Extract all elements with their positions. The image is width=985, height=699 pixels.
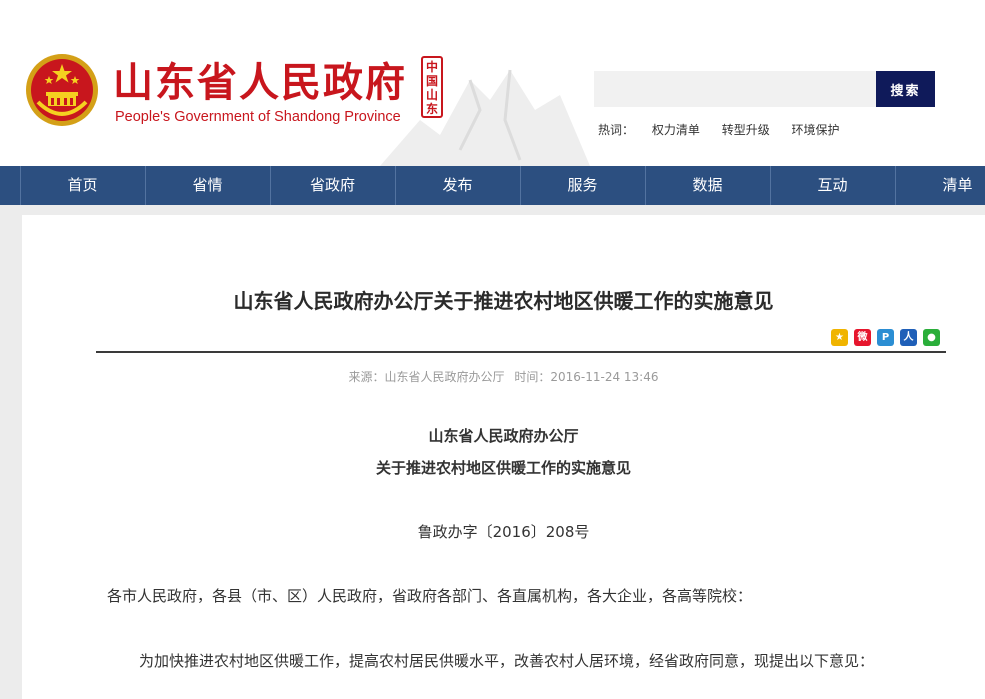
site-title-english[interactable]: People's Government of Shandong Province: [115, 109, 401, 125]
mountain-illustration-icon: [380, 69, 590, 166]
hot-words-bar: 热词： 权力清单 转型升级 环境保护: [598, 121, 858, 138]
shandong-seal-logo: 中国山东: [421, 56, 443, 118]
weibo-icon[interactable]: 微: [854, 329, 871, 346]
wechat-icon[interactable]: ●: [923, 329, 940, 346]
search-button[interactable]: 搜索: [876, 71, 935, 107]
document-title: 关于推进农村地区供暖工作的实施意见: [375, 459, 631, 477]
nav-item-province-info[interactable]: 省情: [145, 166, 270, 205]
document-number: 鲁政办字〔2016〕208号: [417, 523, 590, 541]
hot-word-link[interactable]: 转型升级: [722, 123, 770, 137]
nav-item-release[interactable]: 发布: [395, 166, 520, 205]
article-title: 山东省人民政府办公厅关于推进农村地区供暖工作的实施意见: [233, 289, 774, 313]
nav-item-interaction[interactable]: 互动: [770, 166, 895, 205]
article-container: 山东省人民政府办公厅关于推进农村地区供暖工作的实施意见 ★ 微 P 人 ● 来源…: [22, 215, 985, 699]
qzone-icon[interactable]: ★: [831, 329, 848, 346]
hot-word-link[interactable]: 环境保护: [792, 123, 840, 137]
article-time: 时间：2016-11-24 13:46: [514, 370, 659, 384]
search-input[interactable]: [594, 71, 876, 107]
main-nav: 首页 省情 省政府 发布 服务 数据 互动 清单: [0, 166, 985, 205]
nav-item-data[interactable]: 数据: [645, 166, 770, 205]
tencent-weibo-icon[interactable]: P: [877, 329, 894, 346]
article-meta: 来源：山东省人民政府办公厅 时间：2016-11-24 13:46: [22, 368, 985, 385]
title-divider: [96, 351, 946, 353]
hot-words-label: 热词：: [598, 123, 635, 137]
nav-item-list[interactable]: 清单: [895, 166, 985, 205]
renren-icon[interactable]: 人: [900, 329, 917, 346]
document-issuer: 山东省人民政府办公厅: [428, 427, 579, 445]
nav-item-service[interactable]: 服务: [520, 166, 645, 205]
national-emblem-icon[interactable]: [24, 52, 100, 128]
site-header: 山东省人民政府 People's Government of Shandong …: [0, 0, 985, 166]
hot-word-link[interactable]: 权力清单: [652, 123, 700, 137]
nav-item-government[interactable]: 省政府: [270, 166, 395, 205]
article-source: 来源：山东省人民政府办公厅: [348, 370, 505, 384]
search-box: [594, 71, 876, 107]
document-paragraph: 为加快推进农村地区供暖工作，提高农村居民供暖水平，改善农村人居环境，经省政府同意…: [139, 652, 875, 670]
nav-item-home[interactable]: 首页: [20, 166, 145, 205]
document-recipients: 各市人民政府，各县（市、区）人民政府，省政府各部门、各直属机构，各大企业，各高等…: [107, 587, 753, 605]
